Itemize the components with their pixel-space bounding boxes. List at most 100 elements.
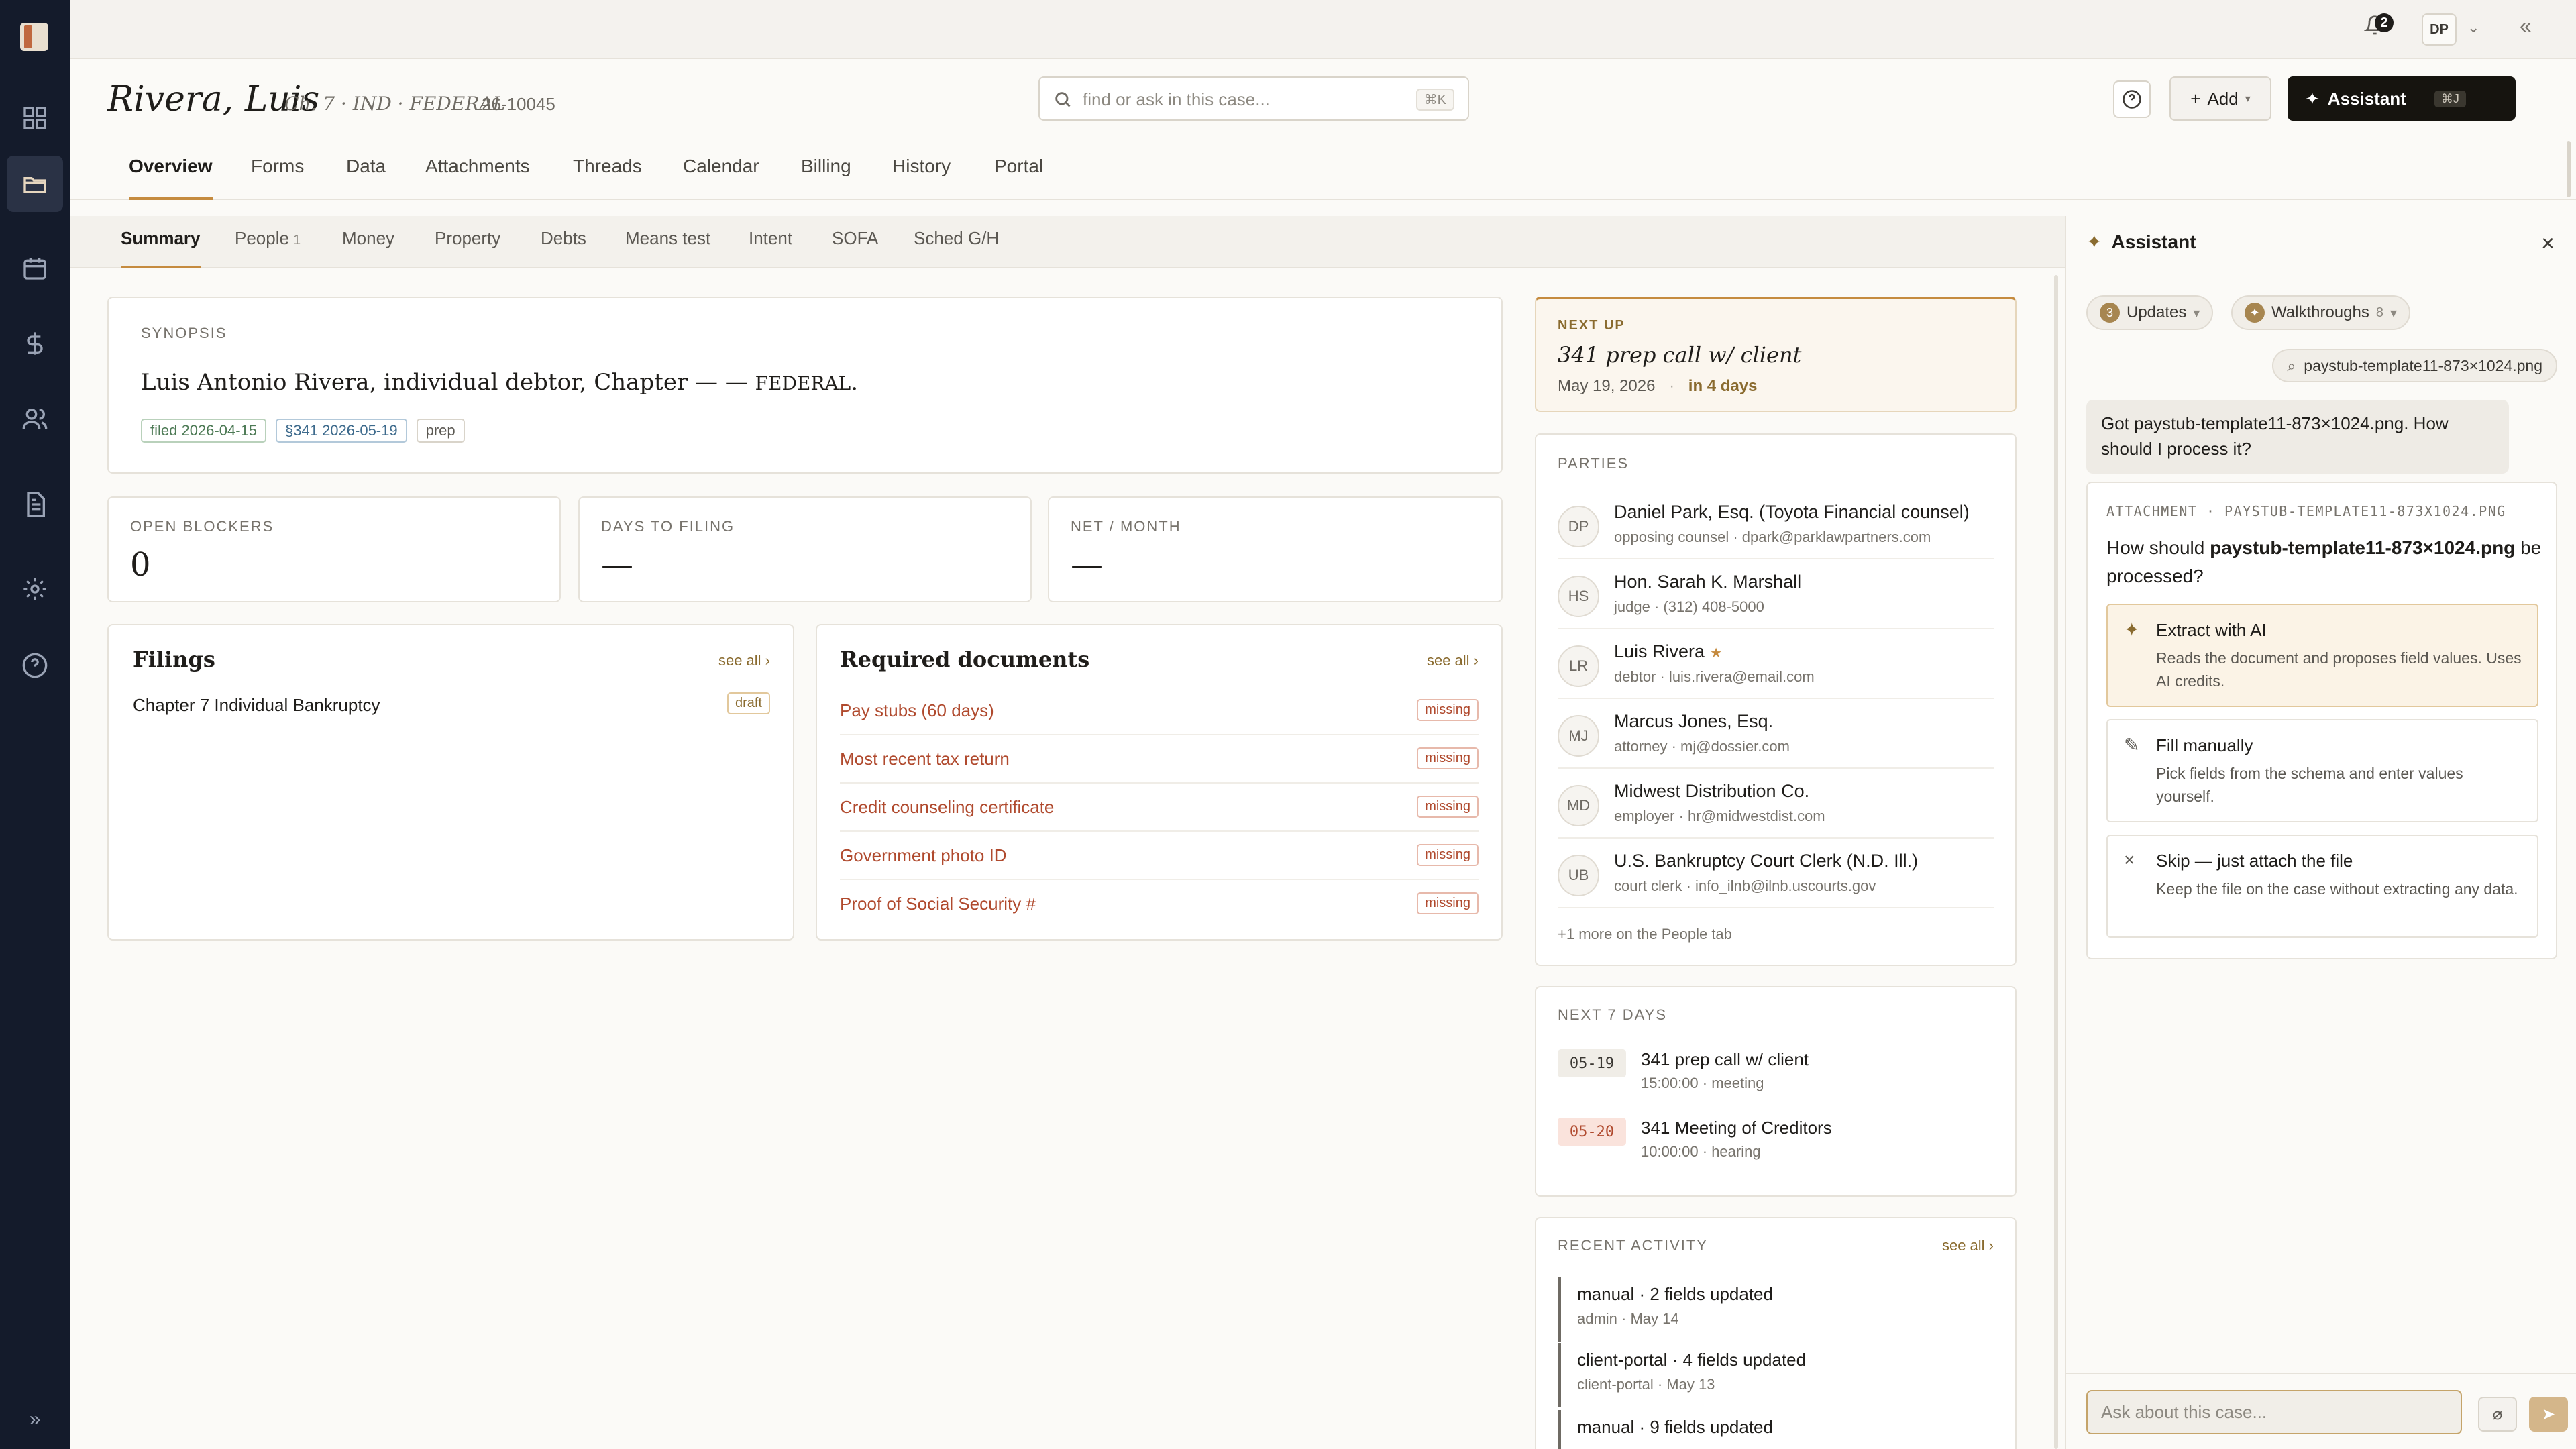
doc-row[interactable]: Credit counseling certificate missing [840, 784, 1479, 832]
user-avatar[interactable]: DP [2422, 13, 2457, 46]
doc-row[interactable]: Proof of Social Security # missing [840, 880, 1479, 928]
activity-row[interactable]: manual · 9 fields updated [1558, 1410, 1994, 1449]
chevron-down-icon: ▾ [2245, 93, 2251, 105]
activity-see-all[interactable]: see all › [1942, 1237, 1994, 1254]
question-file: paystub-template11-873×1024.png [2210, 537, 2516, 558]
attachment-label: ATTACHMENT · PAYSTUB-TEMPLATE11-873X1024… [2106, 503, 2506, 519]
tab-calendar[interactable]: Calendar [683, 156, 759, 200]
subtab-sofa[interactable]: SOFA [832, 228, 878, 268]
attachment-card: ATTACHMENT · PAYSTUB-TEMPLATE11-873X1024… [2086, 482, 2557, 959]
doc-row[interactable]: Government photo ID missing [840, 832, 1479, 880]
walkthroughs-chip[interactable]: ✦ Walkthroughs 8 ▾ [2231, 295, 2411, 330]
doc-status: missing [1417, 699, 1479, 721]
subtab-sched-gh[interactable]: Sched G/H [914, 228, 999, 268]
doc-row[interactable]: Most recent tax return missing [840, 735, 1479, 784]
updates-label: Updates [2127, 303, 2187, 321]
assistant-input[interactable]: Ask about this case... [2086, 1390, 2462, 1434]
party-row[interactable]: UB U.S. Bankruptcy Court Clerk (N.D. Ill… [1558, 839, 1994, 908]
avatar: LR [1558, 645, 1599, 687]
assistant-header: ✦ Assistant [2086, 231, 2196, 253]
attached-file-chip[interactable]: ⌕ paystub-template11-873×1024.png [2272, 349, 2557, 382]
tag-prep: prep [416, 419, 465, 443]
filings-see-all[interactable]: see all › [718, 652, 770, 669]
synopsis-label: SYNOPSIS [141, 325, 227, 341]
stat-days-to-filing: DAYS TO FILING — [578, 496, 1032, 602]
tab-portal[interactable]: Portal [994, 156, 1043, 200]
activity-row[interactable]: manual · 2 fields updated admin · May 14 [1558, 1277, 1994, 1342]
option-fill-manually[interactable]: ✎ Fill manually Pick fields from the sch… [2106, 719, 2538, 822]
help-icon[interactable] [7, 637, 63, 694]
chevron-down-icon: ▾ [2193, 305, 2200, 321]
party-row[interactable]: LR Luis Rivera ★ debtor · luis.rivera@ema… [1558, 629, 1994, 699]
activity-sub: admin · May 14 [1577, 1310, 1679, 1327]
scrollbar[interactable] [2567, 141, 2571, 197]
stat-net-month: NET / MONTH — [1048, 496, 1503, 602]
paperclip-button[interactable]: ⌀ [2478, 1397, 2517, 1432]
send-button[interactable]: ➤ [2529, 1397, 2568, 1432]
calendar-icon[interactable] [7, 240, 63, 297]
search-icon [1053, 90, 1072, 109]
subtab-people[interactable]: People 1 [235, 228, 301, 268]
activity-row[interactable]: client-portal · 4 fields updated client-… [1558, 1343, 1994, 1407]
tab-overview[interactable]: Overview [129, 156, 213, 200]
event-title[interactable]: 341 prep call w/ client [1641, 1049, 1809, 1070]
filing-name[interactable]: Chapter 7 Individual Bankruptcy [133, 695, 380, 716]
chevron-down-icon[interactable]: ⌄ [2467, 19, 2479, 36]
stat-value: — [1071, 546, 1103, 584]
option-title: Extract with AI [2156, 620, 2267, 640]
assistant-shortcut: ⌘J [2434, 90, 2466, 107]
tab-billing[interactable]: Billing [801, 156, 851, 200]
party-row[interactable]: MJ Marcus Jones, Esq. attorney · mj@doss… [1558, 699, 1994, 769]
event-sub: 10:00:00 · hearing [1641, 1143, 1761, 1160]
people-icon[interactable] [7, 390, 63, 447]
content-scrollbar[interactable] [2054, 275, 2058, 1449]
dollar-icon[interactable] [7, 315, 63, 372]
party-row[interactable]: HS Hon. Sarah K. Marshall judge · (312) … [1558, 559, 1994, 629]
subtab-property[interactable]: Property [435, 228, 500, 268]
updates-chip[interactable]: 3 Updates ▾ [2086, 295, 2214, 330]
party-row[interactable]: MD Midwest Distribution Co. employer · h… [1558, 769, 1994, 839]
event-sub: 15:00:00 · meeting [1641, 1075, 1764, 1091]
event-title[interactable]: 341 Meeting of Creditors [1641, 1118, 1832, 1138]
subtab-people-label: People [235, 228, 289, 248]
search-input[interactable]: find or ask in this case... ⌘K [1038, 76, 1469, 121]
add-button[interactable]: + Add ▾ [2169, 76, 2271, 121]
doc-name: Proof of Social Security # [840, 894, 1036, 914]
subtab-debts[interactable]: Debts [541, 228, 586, 268]
top-bar [70, 0, 2576, 59]
tab-forms[interactable]: Forms [251, 156, 304, 200]
collapse-icon[interactable]: « [2520, 13, 2532, 38]
close-icon[interactable]: × [2541, 231, 2555, 257]
expand-rail-icon[interactable]: » [7, 1399, 63, 1440]
activity-title: manual · 2 fields updated [1577, 1284, 1773, 1304]
subtab-means-test[interactable]: Means test [625, 228, 710, 268]
notification-badge: 2 [2375, 13, 2394, 32]
next-up-card[interactable]: NEXT UP 341 prep call w/ client May 19, … [1535, 297, 2017, 412]
subtab-money[interactable]: Money [342, 228, 394, 268]
subtab-intent[interactable]: Intent [749, 228, 792, 268]
tab-attachments[interactable]: Attachments [425, 156, 530, 200]
parties-more-link[interactable]: +1 more on the People tab [1558, 926, 1732, 943]
folder-icon[interactable] [7, 156, 63, 212]
tab-threads[interactable]: Threads [573, 156, 642, 200]
tab-history[interactable]: History [892, 156, 951, 200]
option-extract-ai[interactable]: ✦ Extract with AI Reads the document and… [2106, 604, 2538, 707]
option-title: Skip — just attach the file [2156, 851, 2353, 871]
stat-open-blockers: OPEN BLOCKERS 0 [107, 496, 561, 602]
assistant-title: Assistant [2111, 231, 2196, 252]
help-button[interactable] [2113, 80, 2151, 118]
gear-icon[interactable] [7, 561, 63, 617]
tab-data[interactable]: Data [346, 156, 386, 200]
add-label: Add [2207, 88, 2239, 109]
assistant-button[interactable]: ✦ Assistant ⌘J [2288, 76, 2516, 121]
subtab-summary[interactable]: Summary [121, 228, 201, 268]
app-logo[interactable] [20, 23, 48, 51]
party-row[interactable]: DP Daniel Park, Esq. (Toyota Financial c… [1558, 490, 1994, 559]
doc-row[interactable]: Pay stubs (60 days) missing [840, 687, 1479, 735]
avatar: MD [1558, 785, 1599, 826]
required-docs-see-all[interactable]: see all › [1427, 652, 1479, 669]
dashboard-icon[interactable] [7, 90, 63, 146]
tag-341: §341 2026-05-19 [276, 419, 407, 443]
option-skip[interactable]: × Skip — just attach the file Keep the f… [2106, 835, 2538, 938]
document-icon[interactable] [7, 476, 63, 533]
